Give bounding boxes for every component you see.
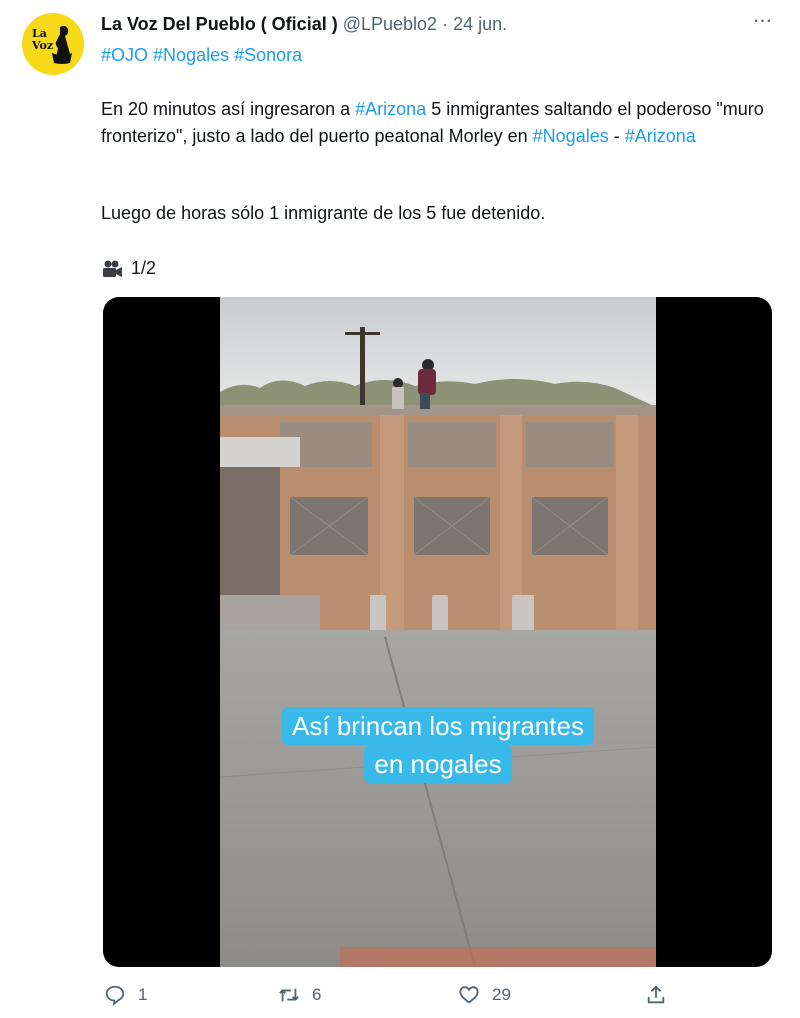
la-voz-logo: La Voz <box>31 25 72 64</box>
hashtag-nogales[interactable]: #Nogales <box>153 45 229 65</box>
tweet-text: En 20 minutos así ingresaron a #Arizona … <box>101 96 791 150</box>
video-caption-line-1: Así brincan los migrantes <box>282 707 594 745</box>
video-camera-icon <box>103 260 122 277</box>
video-frame[interactable]: Así brincan los migrantes en nogales <box>220 297 656 967</box>
dot-separator: · <box>442 14 449 34</box>
retweet-icon <box>279 988 299 1002</box>
video-caption-line-2: en nogales <box>364 745 512 783</box>
heart-icon <box>459 986 479 1004</box>
avatar[interactable]: La Voz <box>22 13 84 75</box>
tweet-date[interactable]: 24 jun. <box>453 14 507 34</box>
reply-button[interactable]: 1 <box>104 984 147 1006</box>
like-button[interactable]: 29 <box>458 984 511 1006</box>
retweet-button[interactable]: 6 <box>278 984 321 1006</box>
media-counter-text: 1/2 <box>131 258 157 278</box>
retweet-count: 6 <box>312 985 322 1004</box>
video-caption: Así brincan los migrantes en nogales <box>220 707 656 783</box>
display-name[interactable]: La Voz Del Pueblo ( Oficial ) <box>101 14 338 34</box>
user-handle[interactable]: @LPueblo2 <box>343 14 437 34</box>
svg-text:Voz: Voz <box>31 39 53 52</box>
tweet-text-part: En 20 minutos así ingresaron a <box>101 99 356 119</box>
hashtag-ojo[interactable]: #OJO <box>101 45 148 65</box>
tweet-text-dash: - <box>608 126 625 146</box>
video-thumbnail <box>220 297 656 967</box>
reply-count: 1 <box>138 985 148 1004</box>
hashtag-nogales-2[interactable]: #Nogales <box>533 126 609 146</box>
share-button[interactable] <box>645 984 667 1006</box>
video-player[interactable]: Así brincan los migrantes en nogales <box>103 297 772 967</box>
tweet-paragraph-2: Luego de horas sólo 1 inmigrante de los … <box>101 203 546 223</box>
media-counter: 1/2 <box>101 258 156 279</box>
more-options-icon[interactable]: ··· <box>748 9 776 38</box>
hashtag-arizona-2[interactable]: #Arizona <box>625 126 696 146</box>
share-icon <box>647 985 665 1004</box>
reply-icon <box>105 985 125 1006</box>
tweet-actions: 1 6 29 <box>0 984 800 1014</box>
like-count: 29 <box>492 985 511 1004</box>
hashtag-arizona[interactable]: #Arizona <box>355 99 426 119</box>
tweet-header: La Voz Del Pueblo ( Oficial ) @LPueblo2 … <box>101 14 507 35</box>
hashtag-sonora[interactable]: #Sonora <box>234 45 302 65</box>
hashtag-line: #OJO #Nogales #Sonora <box>101 45 302 66</box>
